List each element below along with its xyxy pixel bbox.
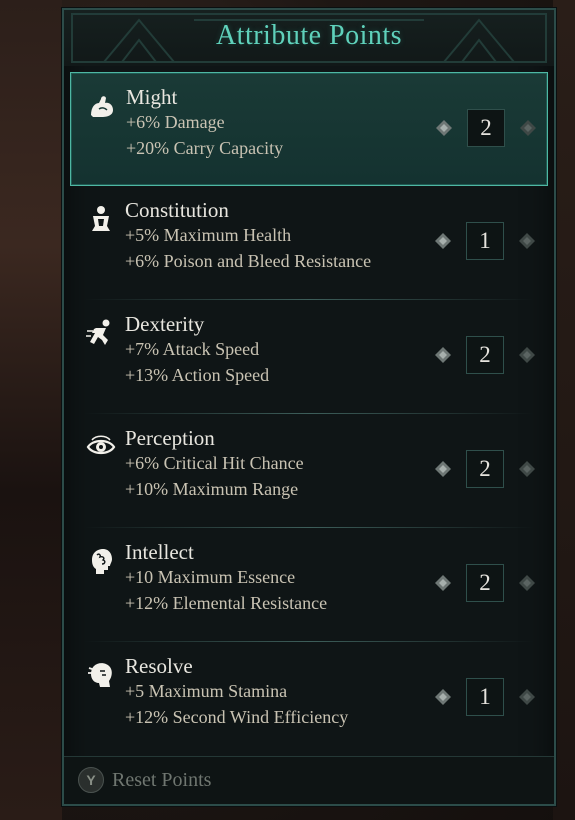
attribute-row-constitution[interactable]: Constitution +5% Maximum Health +6% Pois…	[70, 186, 548, 300]
attribute-name: Resolve	[125, 654, 193, 678]
page-title: Attribute Points	[215, 20, 403, 51]
attribute-effect: +20% Carry Capacity	[126, 138, 284, 158]
attribute-effect: +10 Maximum Essence	[125, 567, 296, 587]
attribute-name: Constitution	[125, 198, 229, 222]
attribute-effect: +5% Maximum Health	[125, 225, 292, 245]
attribute-effect: +6% Poison and Bleed Resistance	[125, 251, 372, 271]
attribute-value: 2	[466, 450, 504, 488]
attribute-effect: +6% Damage	[126, 112, 225, 132]
background-right	[553, 0, 575, 820]
panel-header: Attribute Points	[64, 10, 554, 66]
decrease-button[interactable]	[432, 230, 454, 252]
increase-button[interactable]	[516, 344, 538, 366]
attribute-effect: +6% Critical Hit Chance	[125, 453, 304, 473]
attribute-name: Intellect	[125, 540, 194, 564]
resolve-face-icon	[88, 663, 112, 687]
background-left	[0, 0, 62, 820]
attribute-name: Perception	[125, 426, 215, 450]
attribute-effect: +12% Elemental Resistance	[125, 593, 328, 613]
running-figure-icon	[86, 319, 110, 345]
eye-icon	[86, 435, 116, 455]
attribute-row-might[interactable]: Might +6% Damage +20% Carry Capacity 2	[70, 72, 548, 186]
y-button-icon[interactable]: Y	[78, 767, 104, 793]
head-brain-icon	[92, 549, 112, 574]
increase-button[interactable]	[517, 117, 539, 139]
attribute-value: 2	[466, 336, 504, 374]
increase-button[interactable]	[516, 572, 538, 594]
attribute-effect: +12% Second Wind Efficiency	[125, 707, 349, 727]
attribute-value: 1	[466, 678, 504, 716]
attribute-list: Might +6% Damage +20% Carry Capacity 2 C…	[70, 72, 548, 756]
attribute-points-panel: Attribute Points Might +6% Damage +20% C…	[62, 8, 556, 806]
attribute-row-perception[interactable]: Perception +6% Critical Hit Chance +10% …	[70, 414, 548, 528]
flexed-arm-icon	[91, 96, 113, 117]
attribute-effect: +7% Attack Speed	[125, 339, 260, 359]
panel-footer: Y Reset Points	[64, 756, 554, 804]
attribute-row-intellect[interactable]: Intellect +10 Maximum Essence +12% Eleme…	[70, 528, 548, 642]
decrease-button[interactable]	[433, 117, 455, 139]
attribute-value: 2	[467, 109, 505, 147]
attribute-effect: +13% Action Speed	[125, 365, 270, 385]
increase-button[interactable]	[516, 686, 538, 708]
decrease-button[interactable]	[432, 344, 454, 366]
body-icon	[92, 206, 110, 231]
attribute-name: Dexterity	[125, 312, 205, 336]
decrease-button[interactable]	[432, 686, 454, 708]
attribute-row-resolve[interactable]: Resolve +5 Maximum Stamina +12% Second W…	[70, 642, 548, 756]
attribute-effect: +5 Maximum Stamina	[125, 681, 288, 701]
decrease-button[interactable]	[432, 572, 454, 594]
attribute-name: Might	[126, 85, 178, 109]
increase-button[interactable]	[516, 458, 538, 480]
reset-points-button[interactable]: Reset Points	[112, 769, 211, 792]
attribute-row-dexterity[interactable]: Dexterity +7% Attack Speed +13% Action S…	[70, 300, 548, 414]
attribute-value: 1	[466, 222, 504, 260]
attribute-effect: +10% Maximum Range	[125, 479, 299, 499]
decrease-button[interactable]	[432, 458, 454, 480]
increase-button[interactable]	[516, 230, 538, 252]
attribute-value: 2	[466, 564, 504, 602]
